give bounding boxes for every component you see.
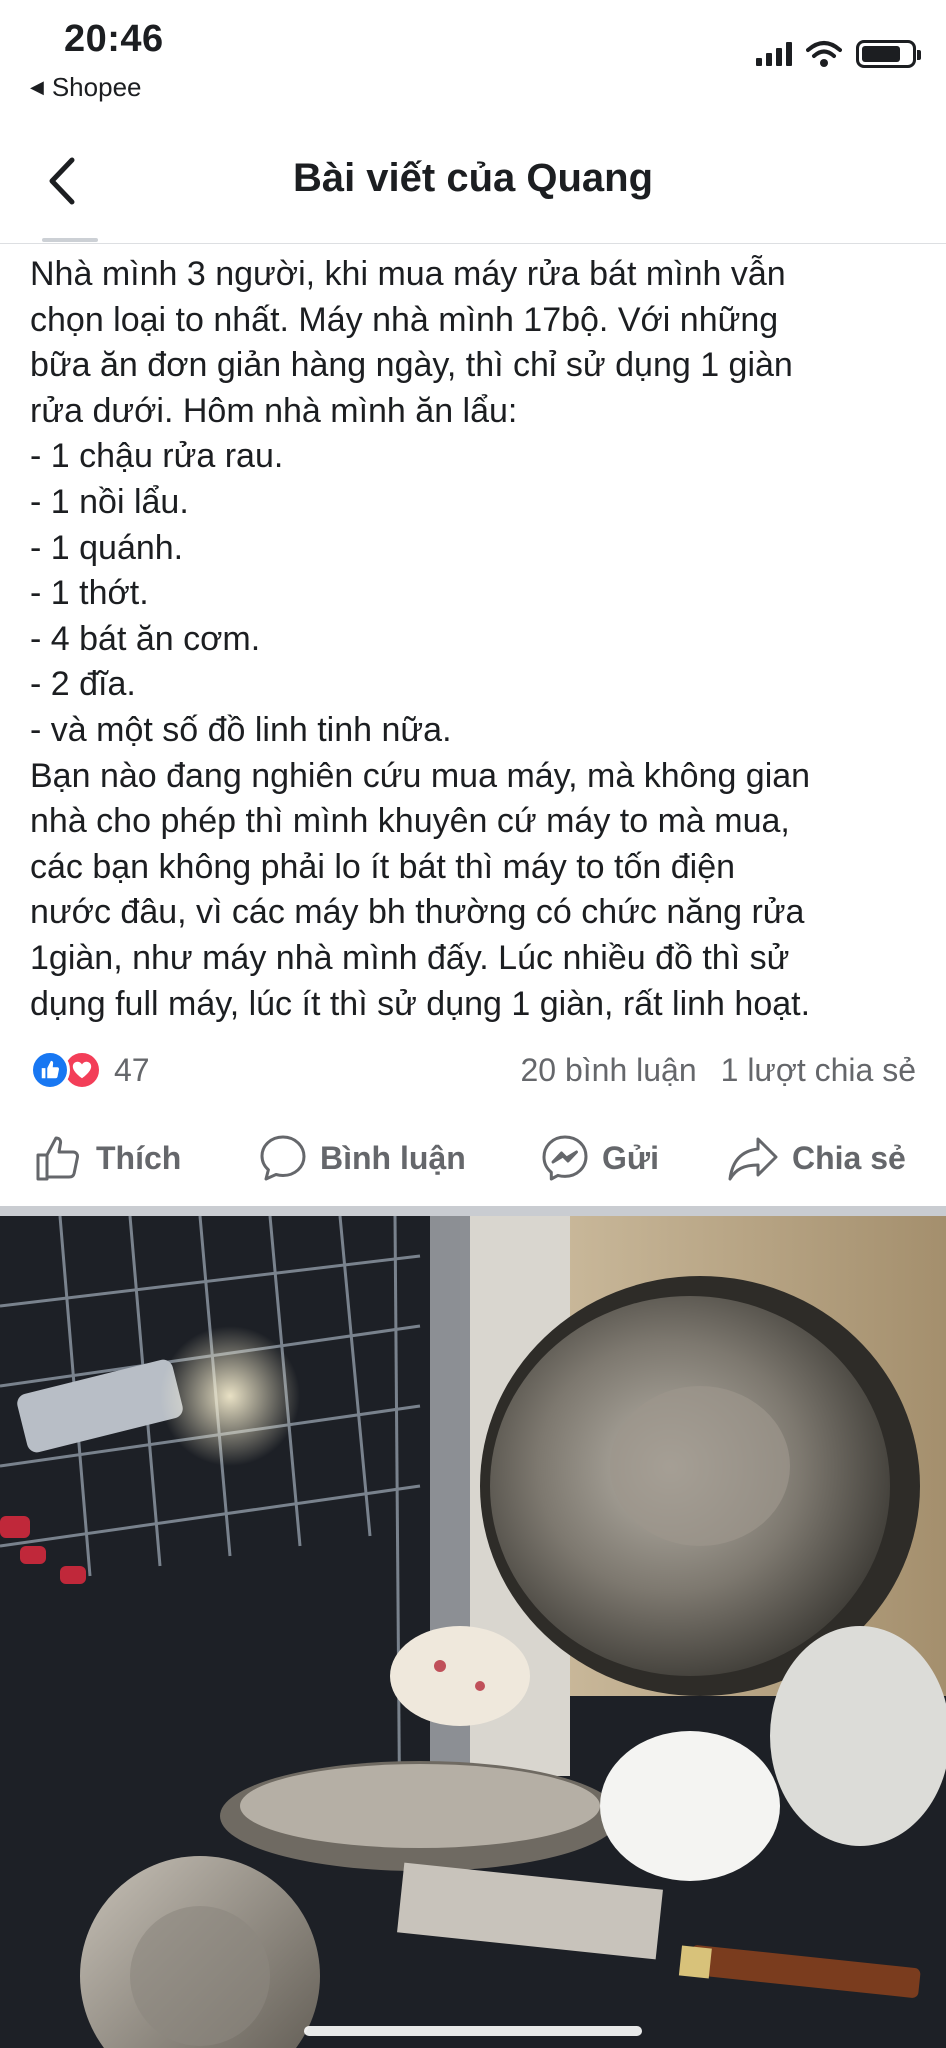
post-line: - 1 chậu rửa rau. [30,437,284,476]
back-triangle-icon: ◀ [30,77,44,97]
comment-count-link[interactable]: 20 bình luận [520,1052,696,1089]
like-reaction-icon [30,1050,70,1090]
section-divider [0,1206,946,1216]
reactions-summary: 47 20 bình luận 1 lượt chia sẻ [30,1042,916,1098]
post-line: - 4 bát ăn cơm. [30,619,261,658]
post-line: - 2 đĩa. [30,665,136,704]
like-button[interactable]: Thích [34,1122,181,1194]
comment-bubble-icon [260,1135,306,1181]
navigation-header: Bài viết của Quang [0,118,946,244]
post-body: Nhà mình 3 người, khi mua máy rửa bát mì… [30,252,930,1027]
post-line: rửa dưới. Hôm nhà mình ăn lẩu: [30,391,518,430]
post-line: Nhà mình 3 người, khi mua máy rửa bát mì… [30,255,786,293]
status-icons [756,40,921,68]
messenger-icon [542,1135,588,1181]
post-line: nước đâu, vì các máy bh thường có chức n… [30,893,805,932]
post-line: - và một số đồ linh tinh nữa. [30,710,452,749]
post-line: nhà cho phép thì mình khuyên cứ máy to m… [30,802,790,841]
share-button-label: Chia sẻ [792,1139,906,1176]
dishwasher-photo-illustration [0,1216,946,2048]
page-title: Bài viết của Quang [292,156,654,200]
post-line: bữa ăn đơn giản hàng ngày, thì chỉ sử dụ… [30,346,793,385]
send-button[interactable]: Gửi [540,1122,659,1194]
post-line: các bạn không phải lo ít bát thì máy to … [30,847,736,886]
post-line: - 1 thớt. [30,574,149,613]
comment-button-label: Bình luận [320,1139,466,1176]
battery-icon [856,40,921,68]
like-button-label: Thích [96,1139,182,1176]
post-line: - 1 quánh. [30,528,184,567]
post-line: dụng full máy, lúc ít thì sử dụng 1 giàn… [30,984,811,1023]
comment-button[interactable]: Bình luận [258,1122,466,1194]
post-photo[interactable] [0,1216,946,2048]
thumbs-up-icon [36,1136,79,1181]
post-line: Bạn nào đang nghiên cứu mua máy, mà khôn… [30,756,811,795]
send-button-label: Gửi [602,1139,659,1176]
share-button[interactable]: Chia sẻ [726,1122,906,1194]
back-to-app-link[interactable]: ◀ Shopee [30,72,142,103]
home-indicator [304,2026,642,2036]
back-app-label: Shopee [51,72,142,102]
reaction-count[interactable]: 47 [114,1052,150,1089]
header-divider-stub [42,238,98,242]
reaction-icons[interactable] [30,1050,102,1090]
post-line: - 1 nồi lẩu. [30,482,189,521]
post-action-bar: Thích Bình luận Gửi Chia sẻ [0,1122,946,1194]
wifi-icon [806,41,842,67]
status-bar: 20:46 ◀ Shopee [0,0,946,118]
status-time: 20:46 [64,18,164,60]
post-detail-screen: 20:46 ◀ Shopee Bài viết của Quang Nhà mì… [0,0,946,2048]
post-line: chọn loại to nhất. Máy nhà mình 17bộ. Vớ… [30,300,779,339]
cellular-signal-icon [756,42,792,66]
post-line: 1giàn, như máy nhà mình đấy. Lúc nhiều đ… [30,938,790,977]
share-count-link[interactable]: 1 lượt chia sẻ [721,1052,916,1089]
share-arrow-icon [728,1137,778,1181]
engagement-counts: 20 bình luận 1 lượt chia sẻ [520,1052,916,1089]
